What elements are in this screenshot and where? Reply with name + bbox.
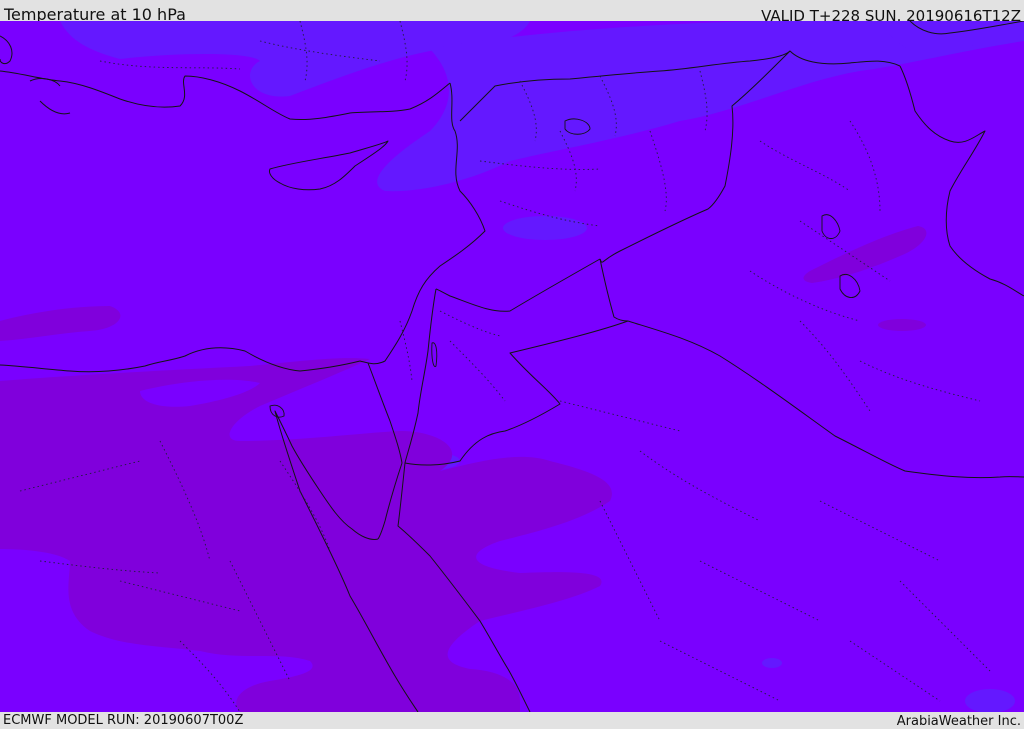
cool-blob-jordan xyxy=(503,216,587,240)
map-canvas xyxy=(0,21,1024,712)
cool-blob-arabia xyxy=(762,658,782,668)
weather-map-frame: Temperature at 10 hPa VALID T+228 SUN. 2… xyxy=(0,0,1024,729)
header-bar: Temperature at 10 hPa VALID T+228 SUN. 2… xyxy=(0,0,1024,25)
warm-blob-iraq-south xyxy=(878,319,926,331)
footer-bar: ECMWF MODEL RUN: 20190607T00Z ArabiaWeat… xyxy=(0,712,1024,729)
temperature-map[interactable] xyxy=(0,21,1024,712)
credit-label: ArabiaWeather Inc. xyxy=(896,714,1021,729)
model-run-label: ECMWF MODEL RUN: 20190607T00Z xyxy=(3,713,244,728)
cool-blob-southeast xyxy=(965,689,1015,712)
